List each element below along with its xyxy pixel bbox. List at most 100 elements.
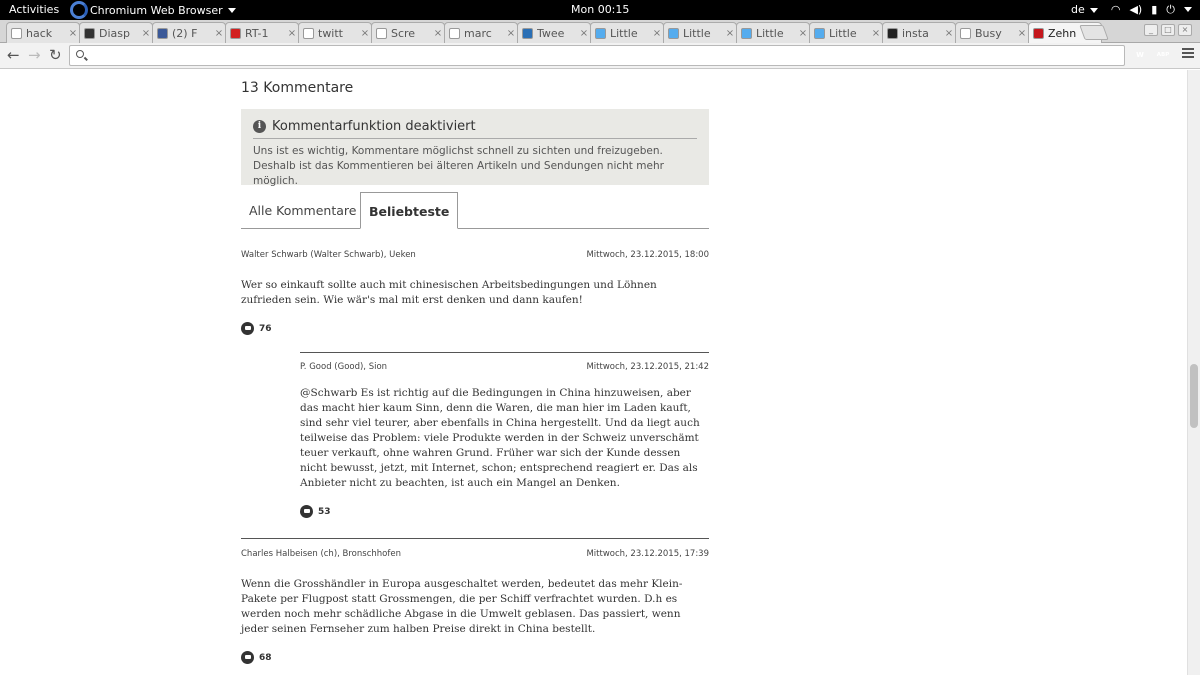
comment-text: Wer so einkauft sollte auch mit chinesis… — [241, 279, 657, 306]
browser-tab[interactable]: Twee × — [517, 22, 591, 43]
close-tab-icon[interactable]: × — [286, 28, 298, 39]
browser-tab[interactable]: Busy × — [955, 22, 1029, 43]
tab-favicon-icon — [84, 27, 95, 39]
browser-tab[interactable]: Scre × — [371, 22, 445, 43]
tab-favicon-icon — [157, 27, 168, 39]
browser-tab[interactable]: Little × — [663, 22, 737, 43]
close-tab-icon[interactable]: × — [797, 28, 809, 39]
volume-icon: ◀) — [1129, 3, 1143, 16]
new-tab-button[interactable] — [1079, 25, 1109, 40]
close-tab-icon[interactable]: × — [578, 28, 590, 39]
browser-tab[interactable]: RT-1 × — [225, 22, 299, 43]
comments-count-heading: 13 Kommentare — [241, 80, 709, 112]
browser-tab[interactable]: hack × — [6, 22, 80, 43]
like-counter[interactable]: 68 — [241, 651, 709, 664]
minimize-button[interactable]: _ — [1144, 24, 1158, 36]
like-counter[interactable]: 76 — [241, 322, 709, 335]
tab-title: marc — [464, 26, 492, 40]
tab-title: Busy — [975, 26, 1002, 40]
close-tab-icon[interactable]: × — [651, 28, 663, 39]
tab-title: Diasp — [99, 26, 130, 40]
close-tab-icon[interactable]: × — [67, 28, 79, 39]
info-icon: i — [253, 120, 266, 133]
tab-favicon-icon — [376, 27, 387, 39]
browser-tab[interactable]: (2) F × — [152, 22, 226, 43]
close-tab-icon[interactable]: × — [359, 28, 371, 39]
wifi-icon: ◠ — [1110, 3, 1121, 16]
close-tab-icon[interactable]: × — [213, 28, 225, 39]
browser-menu-button[interactable] — [1182, 48, 1194, 58]
browser-toolbar: ← → ↻ W ABP — [0, 43, 1200, 69]
comment-date: Mittwoch, 23.12.2015, 17:39 — [586, 549, 709, 559]
tab-title: twitt — [318, 26, 343, 40]
browser-tab[interactable]: insta × — [882, 22, 956, 43]
thumbs-up-icon[interactable] — [241, 322, 254, 335]
extension-w-icon[interactable]: W — [1133, 48, 1147, 62]
close-tab-icon[interactable]: × — [432, 28, 444, 39]
tab-favicon-icon — [960, 27, 971, 39]
tab-favicon-icon — [814, 27, 825, 39]
notice-text: Uns ist es wichtig, Kommentare möglichst… — [253, 145, 664, 187]
browser-tab[interactable]: Little × — [809, 22, 883, 43]
close-tab-icon[interactable]: × — [140, 28, 152, 39]
comment-divider — [241, 538, 709, 539]
comment-text: Wenn die Grosshändler in Europa ausgesch… — [241, 578, 683, 635]
browser-tab-strip: hack × Diasp × (2) F × RT-1 × twitt × Scre × marc × Tw… — [0, 20, 1200, 43]
thumbs-up-icon[interactable] — [241, 651, 254, 664]
tab-favicon-icon — [11, 27, 22, 39]
forward-button[interactable]: → — [28, 46, 41, 64]
chevron-down-icon — [1089, 7, 1098, 13]
tab-title: Twee — [537, 26, 565, 40]
activities-button[interactable]: Activities — [9, 3, 59, 16]
tab-favicon-icon — [303, 27, 314, 39]
adblock-plus-icon[interactable]: ABP — [1156, 48, 1170, 62]
maximize-button[interactable]: □ — [1161, 24, 1175, 36]
close-tab-icon[interactable]: × — [724, 28, 736, 39]
tab-title: RT-1 — [245, 26, 269, 40]
comment-author: Walter Schwarb (Walter Schwarb), Ueken — [241, 250, 416, 260]
close-tab-icon[interactable]: × — [505, 28, 517, 39]
app-menu-label: Chromium Web Browser — [90, 3, 223, 17]
browser-tab[interactable]: marc × — [444, 22, 518, 43]
scrollbar-thumb[interactable] — [1190, 364, 1198, 428]
tab-title: hack — [26, 26, 53, 40]
chevron-down-icon — [1184, 7, 1192, 12]
comment: Charles Halbeisen (ch), Bronschhofen Mit… — [241, 549, 709, 664]
comment-author: P. Good (Good), Sion — [300, 362, 388, 372]
tab-favicon-icon — [595, 27, 606, 39]
like-counter[interactable]: 53 — [300, 505, 709, 518]
close-tab-icon[interactable]: × — [943, 28, 955, 39]
tab-favicon-icon — [668, 27, 679, 39]
close-tab-icon[interactable]: × — [870, 28, 882, 39]
tab-title: insta — [902, 26, 929, 40]
keyboard-layout-indicator[interactable]: de — [1071, 3, 1098, 16]
close-window-button[interactable]: × — [1178, 24, 1192, 36]
tab-most-popular[interactable]: Beliebteste — [360, 192, 459, 229]
tab-title: Little — [683, 26, 711, 40]
power-icon: ⏻ — [1166, 3, 1175, 16]
system-status-area[interactable]: ◠ ◀) ▮ ⏻ — [1111, 3, 1192, 17]
tab-all-comments[interactable]: Alle Kommentare — [241, 192, 364, 229]
comment-author: Charles Halbeisen (ch), Bronschhofen — [241, 549, 401, 559]
tab-favicon-icon — [887, 27, 898, 39]
browser-tab[interactable]: Little × — [736, 22, 810, 43]
comment-tabs: Alle Kommentare Beliebteste — [241, 192, 709, 229]
tab-favicon-icon — [230, 27, 241, 39]
clock[interactable]: Mon 00:15 — [571, 3, 629, 16]
browser-tab[interactable]: twitt × — [298, 22, 372, 43]
tab-title: Little — [829, 26, 857, 40]
chromium-logo-icon — [70, 1, 88, 19]
reload-button[interactable]: ↻ — [49, 46, 62, 64]
thumbs-up-icon[interactable] — [300, 505, 313, 518]
app-menu[interactable]: Chromium Web Browser — [70, 0, 236, 20]
like-count: 76 — [259, 323, 272, 334]
close-tab-icon[interactable]: × — [1016, 28, 1028, 39]
browser-tab[interactable]: Diasp × — [79, 22, 153, 43]
back-button[interactable]: ← — [7, 46, 20, 64]
browser-tab[interactable]: Little × — [590, 22, 664, 43]
tab-title: Scre — [391, 26, 416, 40]
tab-title: Little — [756, 26, 784, 40]
address-bar[interactable] — [69, 45, 1125, 66]
tab-favicon-icon — [449, 27, 460, 39]
page-scrollbar[interactable] — [1187, 70, 1200, 675]
